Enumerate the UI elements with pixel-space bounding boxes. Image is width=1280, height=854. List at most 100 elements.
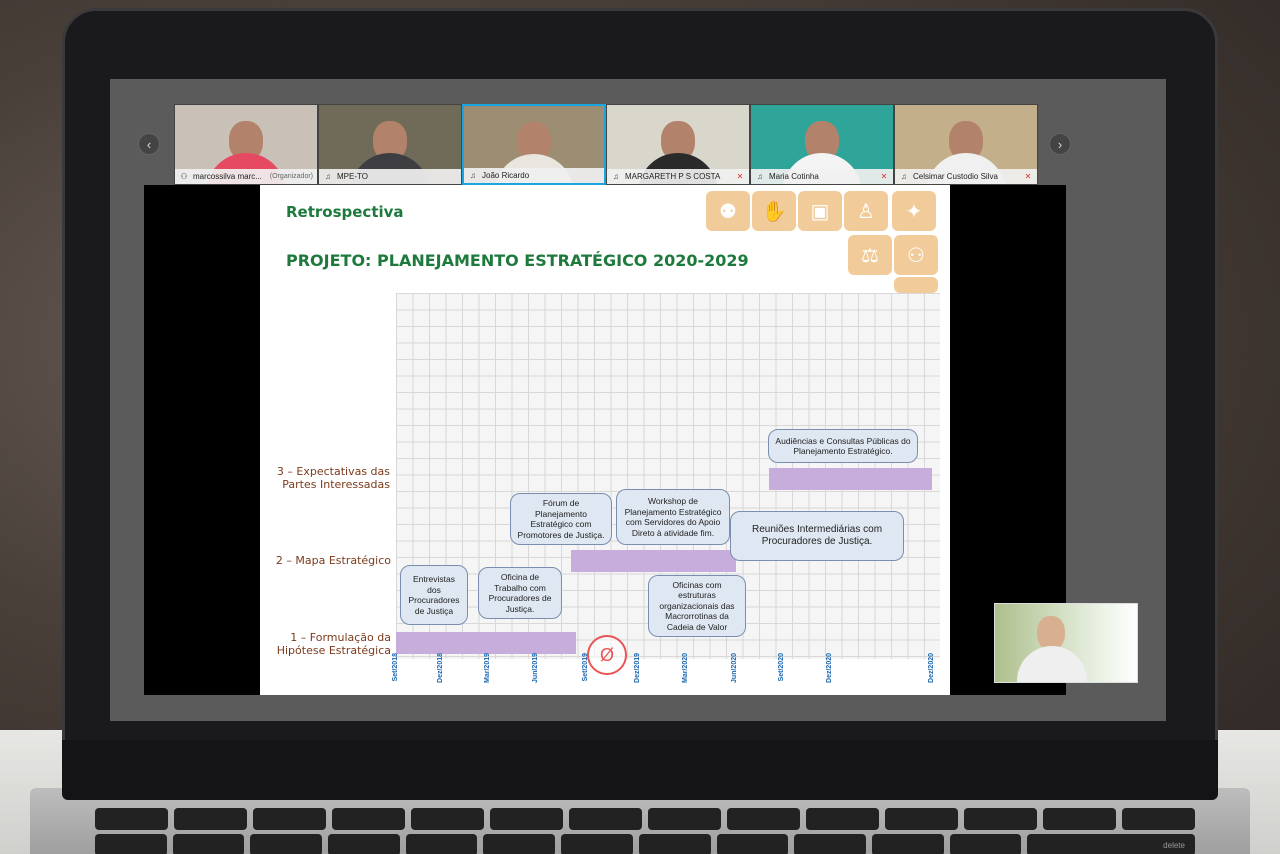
callout-oficina-trabalho: Oficina de Trabalho com Procuradores de …: [478, 567, 562, 619]
x-tick-label: Mar/2020: [682, 653, 689, 683]
scales-icon: ⚖: [848, 235, 892, 275]
participant-name-bar: ♫ Maria Cotinha ✕: [751, 169, 893, 184]
key: [490, 808, 563, 830]
delete-key: delete: [1027, 834, 1195, 854]
row-label-line: 2 – Mapa Estratégico: [275, 554, 391, 567]
mic-muted-icon: ✕: [880, 171, 888, 181]
key: [949, 834, 1022, 854]
row-label-line: 1 – Formulação da: [290, 631, 391, 644]
mic-muted-icon: ✕: [1024, 171, 1032, 181]
key: [964, 808, 1037, 830]
family-icon: ⚇: [894, 235, 938, 275]
key: [871, 834, 944, 854]
self-head: [1037, 616, 1065, 650]
hands-icon: ✋: [752, 191, 796, 231]
participant-name: João Ricardo: [482, 171, 530, 180]
mic-off-icon: Ø: [587, 635, 627, 675]
x-tick-label: Jun/2019: [532, 653, 539, 683]
participant-tile-active[interactable]: ♫ João Ricardo: [462, 104, 606, 185]
key: [411, 808, 484, 830]
participant-name: marcossilva marc...: [193, 172, 262, 181]
key: [561, 834, 633, 854]
row-label-line: Partes Interessadas: [282, 478, 390, 491]
row-label-line: 3 – Expectativas das: [276, 465, 390, 478]
callout-forum: Fórum de Planejamento Estratégico com Pr…: [510, 493, 612, 545]
participant-name: MPE-TO: [337, 172, 368, 181]
key: [405, 834, 478, 854]
x-tick-label: Dez/2020: [928, 653, 935, 683]
row-label-2: 2 – Mapa Estratégico: [260, 554, 391, 567]
mic-muted-icon: ✕: [736, 171, 744, 181]
chevron-right-icon[interactable]: ›: [1049, 133, 1071, 155]
keyboard-number-row: delete: [95, 834, 1195, 854]
key: [250, 834, 323, 854]
laptop-chin: [62, 740, 1218, 800]
participant-name: Celsimar Custodio Silva: [913, 172, 998, 181]
headset-icon: ♫: [325, 171, 331, 181]
slide-title: Retrospectiva: [286, 203, 404, 221]
x-tick-label: Dez/2018: [437, 653, 444, 683]
x-tick-label: Dez/2019: [634, 653, 641, 683]
key: [638, 834, 711, 854]
vehicle-icon: ▣: [798, 191, 842, 231]
screen: ‹ › ⚇ marcossilva marc... (Organizador) …: [110, 79, 1166, 721]
participant-role: (Organizador): [269, 173, 313, 180]
participant-tile[interactable]: ♫ MPE-TO: [318, 104, 462, 185]
people-icon: ⚇: [180, 171, 188, 181]
callout-workshop: Workshop de Planejamento Estratégico com…: [616, 489, 730, 545]
key: [95, 834, 167, 854]
key: [794, 834, 866, 854]
participant-name-bar: ♫ Celsimar Custodio Silva ✕: [895, 169, 1037, 184]
headset-icon: ♫: [613, 171, 619, 181]
self-body: [1017, 646, 1087, 682]
callout-audiencias: Audiências e Consultas Públicas do Plane…: [768, 429, 918, 463]
delete-key-label: delete: [1163, 840, 1185, 850]
participant-name: MARGARETH P S COSTA: [625, 172, 721, 181]
key: [483, 834, 556, 854]
row-label-1: 1 – Formulação da Hipótese Estratégica: [260, 631, 391, 657]
x-tick-label: Set/2020: [778, 653, 785, 682]
row-label-line: Hipótese Estratégica: [276, 644, 391, 657]
slide-subtitle: PROJETO: PLANEJAMENTO ESTRATÉGICO 2020-2…: [286, 251, 749, 270]
key: [253, 808, 326, 830]
gantt-bar-row-3: [769, 468, 932, 490]
callout-oficinas: Oficinas com estruturas organizacionais …: [648, 575, 746, 637]
headset-icon: ♫: [470, 170, 476, 180]
participant-tile[interactable]: ♫ Maria Cotinha ✕: [750, 104, 894, 185]
key: [648, 808, 721, 830]
key: [332, 808, 405, 830]
participant-name-bar: ♫ MARGARETH P S COSTA ✕: [607, 169, 749, 184]
participant-tile[interactable]: ⚇ marcossilva marc... (Organizador): [174, 104, 318, 185]
callout-reunioes: Reuniões Intermediárias com Procuradores…: [730, 511, 904, 561]
chevron-left-icon[interactable]: ‹: [138, 133, 160, 155]
x-tick-label: Dez/2020: [826, 653, 833, 683]
key: [172, 834, 245, 854]
key: [1122, 808, 1195, 830]
person-icon: ♙: [844, 191, 888, 231]
key: [328, 834, 400, 854]
key: [716, 834, 789, 854]
participant-strip: ⚇ marcossilva marc... (Organizador) ♫ MP…: [174, 104, 1038, 185]
participant-tile[interactable]: ♫ Celsimar Custodio Silva ✕: [894, 104, 1038, 185]
participant-tile[interactable]: ♫ MARGARETH P S COSTA ✕: [606, 104, 750, 185]
puzzle-piece: [894, 277, 938, 293]
x-tick-label: Set/2018: [392, 653, 399, 682]
participant-name: Maria Cotinha: [769, 172, 819, 181]
key: [95, 808, 168, 830]
shared-content-area: Retrospectiva PROJETO: PLANEJAMENTO ESTR…: [144, 185, 1066, 695]
presentation-slide: Retrospectiva PROJETO: PLANEJAMENTO ESTR…: [260, 185, 950, 695]
row-label-3: 3 – Expectativas das Partes Interessadas: [260, 465, 390, 491]
headset-icon: ♫: [901, 171, 907, 181]
x-tick-label: Jun/2020: [731, 653, 738, 683]
key: [569, 808, 642, 830]
key: [1043, 808, 1116, 830]
participant-name-bar: ♫ João Ricardo: [464, 168, 604, 183]
gantt-bar-row-2: [571, 550, 736, 572]
key: [174, 808, 247, 830]
participant-name-bar: ♫ MPE-TO: [319, 169, 461, 184]
self-view-video[interactable]: [994, 603, 1138, 683]
callout-entrevistas: Entrevistas dos Procuradores de Justiça: [400, 565, 468, 625]
participant-name-bar: ⚇ marcossilva marc... (Organizador): [175, 169, 317, 184]
key: [806, 808, 879, 830]
handshake-icon: ✦: [892, 191, 936, 231]
